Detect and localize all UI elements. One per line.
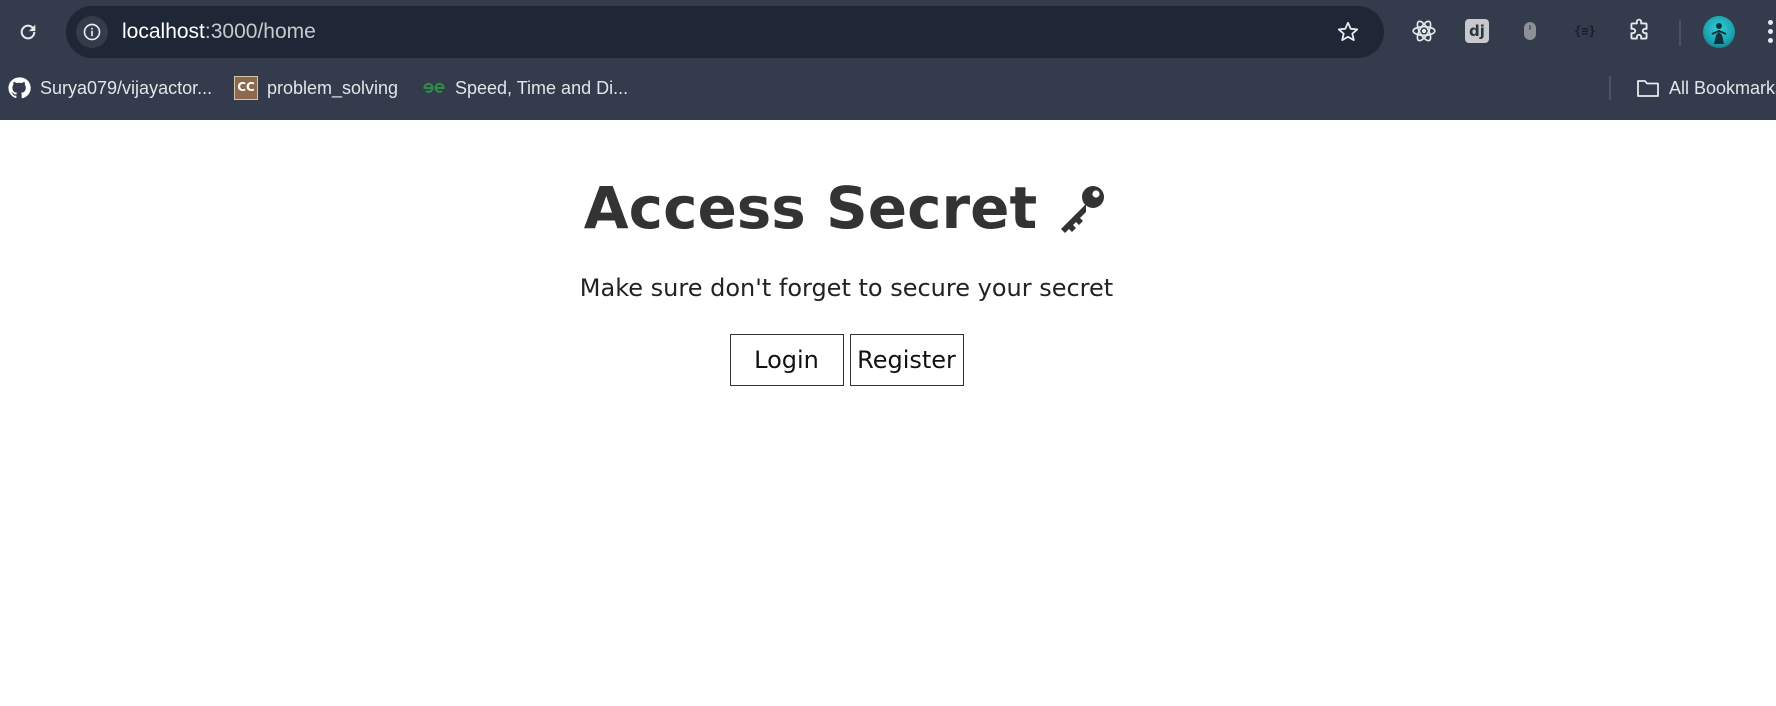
bookmark-github[interactable]: Surya079/vijayactor...	[7, 66, 212, 110]
login-button[interactable]: Login	[729, 334, 844, 386]
django-icon: dj	[1465, 19, 1489, 43]
url-path: :3000/home	[204, 20, 316, 43]
site-info-button[interactable]	[76, 16, 108, 48]
url-host: localhost	[122, 20, 205, 43]
bookmark-problem-solving[interactable]: CC problem_solving	[234, 66, 398, 110]
page-subtitle: Make sure don't forget to secure your se…	[579, 274, 1114, 302]
register-button[interactable]: Register	[849, 334, 964, 386]
mouse-extension[interactable]	[1513, 14, 1547, 48]
avatar-figure-icon	[1711, 23, 1727, 44]
address-bar[interactable]: localhost:3000/home	[66, 6, 1384, 58]
extensions-menu-button[interactable]	[1622, 14, 1656, 48]
title-row: Access Secret	[584, 174, 1109, 242]
browser-menu-button[interactable]	[1764, 20, 1776, 46]
django-extension[interactable]: dj	[1460, 14, 1494, 48]
json-viewer-extension[interactable]: {≡}	[1568, 14, 1602, 48]
key-icon	[1061, 186, 1105, 233]
bookmark-label: Surya079/vijayactor...	[40, 77, 213, 98]
geeksforgeeks-icon	[422, 76, 446, 100]
star-icon	[1337, 21, 1359, 41]
hero-section: Access Secret Make sure don't forget to …	[0, 174, 1693, 386]
bookmarks-bar: Surya079/vijayactor... CC problem_solvin…	[0, 66, 1776, 110]
info-icon	[83, 23, 101, 41]
bookmark-star-button[interactable]	[1334, 18, 1362, 46]
github-icon	[7, 76, 31, 100]
bookmark-speed-time[interactable]: Speed, Time and Di...	[422, 66, 628, 110]
react-devtools-extension[interactable]	[1407, 14, 1441, 48]
url-text[interactable]: localhost:3000/home	[122, 6, 316, 58]
auth-buttons: Login Register	[729, 334, 964, 386]
reload-button[interactable]	[12, 16, 44, 48]
codechef-icon: CC	[234, 76, 258, 100]
bookmark-label: Speed, Time and Di...	[455, 77, 629, 98]
bookmark-label: problem_solving	[267, 77, 399, 98]
extensions-puzzle-icon	[1630, 18, 1648, 40]
folder-icon	[1636, 76, 1660, 100]
toolbar-divider	[1679, 20, 1681, 46]
profile-avatar[interactable]	[1703, 16, 1735, 48]
browser-chrome: localhost:3000/home dj {≡} Surya079/vija…	[0, 0, 1776, 120]
reload-icon	[20, 24, 36, 40]
mouse-extension-icon	[1524, 22, 1536, 40]
more-vert-icon	[1764, 20, 1776, 43]
bookmarks-divider	[1609, 76, 1611, 100]
all-bookmarks-label: All Bookmarks	[1669, 77, 1776, 98]
json-viewer-icon: {≡}	[1574, 24, 1596, 38]
all-bookmarks-button[interactable]: All Bookmarks	[1636, 66, 1776, 110]
page-title: Access Secret	[583, 174, 1038, 242]
react-devtools-icon	[1412, 20, 1436, 42]
page-content: Access Secret Make sure don't forget to …	[0, 120, 1776, 706]
